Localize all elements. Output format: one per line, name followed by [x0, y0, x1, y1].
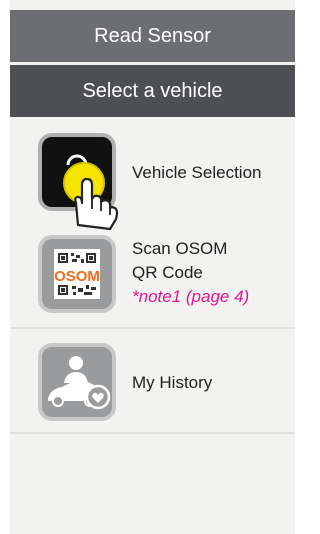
menu-item-my-history[interactable]: My History — [10, 333, 295, 428]
menu-item-label: Vehicle Selection — [132, 163, 262, 182]
osom-qr-icon: OSOM — [38, 235, 116, 318]
menu-item-scan-osom[interactable]: OSOM Scan OSOM QR Code *note1 (page 4) — [10, 225, 295, 320]
history-icon — [38, 343, 116, 426]
divider — [10, 327, 295, 329]
section-header: Select a vehicle — [10, 65, 295, 117]
svg-text:OSOM: OSOM — [54, 268, 100, 285]
page-title: Read Sensor — [10, 10, 295, 62]
menu-item-vehicle-selection[interactable]: Vehicle Selection — [10, 125, 295, 231]
section-header-text: Select a vehicle — [82, 79, 223, 102]
menu-item-label-group: Scan OSOM QR Code *note1 (page 4) — [132, 237, 249, 309]
menu-item-label-line1: Scan OSOM — [132, 239, 228, 258]
menu-item-label-line2: QR Code — [132, 263, 203, 282]
note-reference: *note1 (page 4) — [132, 287, 250, 306]
page-title-text: Read Sensor — [94, 24, 211, 47]
menu-panel: Read Sensor Select a vehicle Vehicle Sel… — [10, 0, 295, 534]
lock-hand-icon — [38, 133, 128, 238]
divider — [10, 432, 295, 434]
menu-item-label: My History — [132, 373, 213, 392]
